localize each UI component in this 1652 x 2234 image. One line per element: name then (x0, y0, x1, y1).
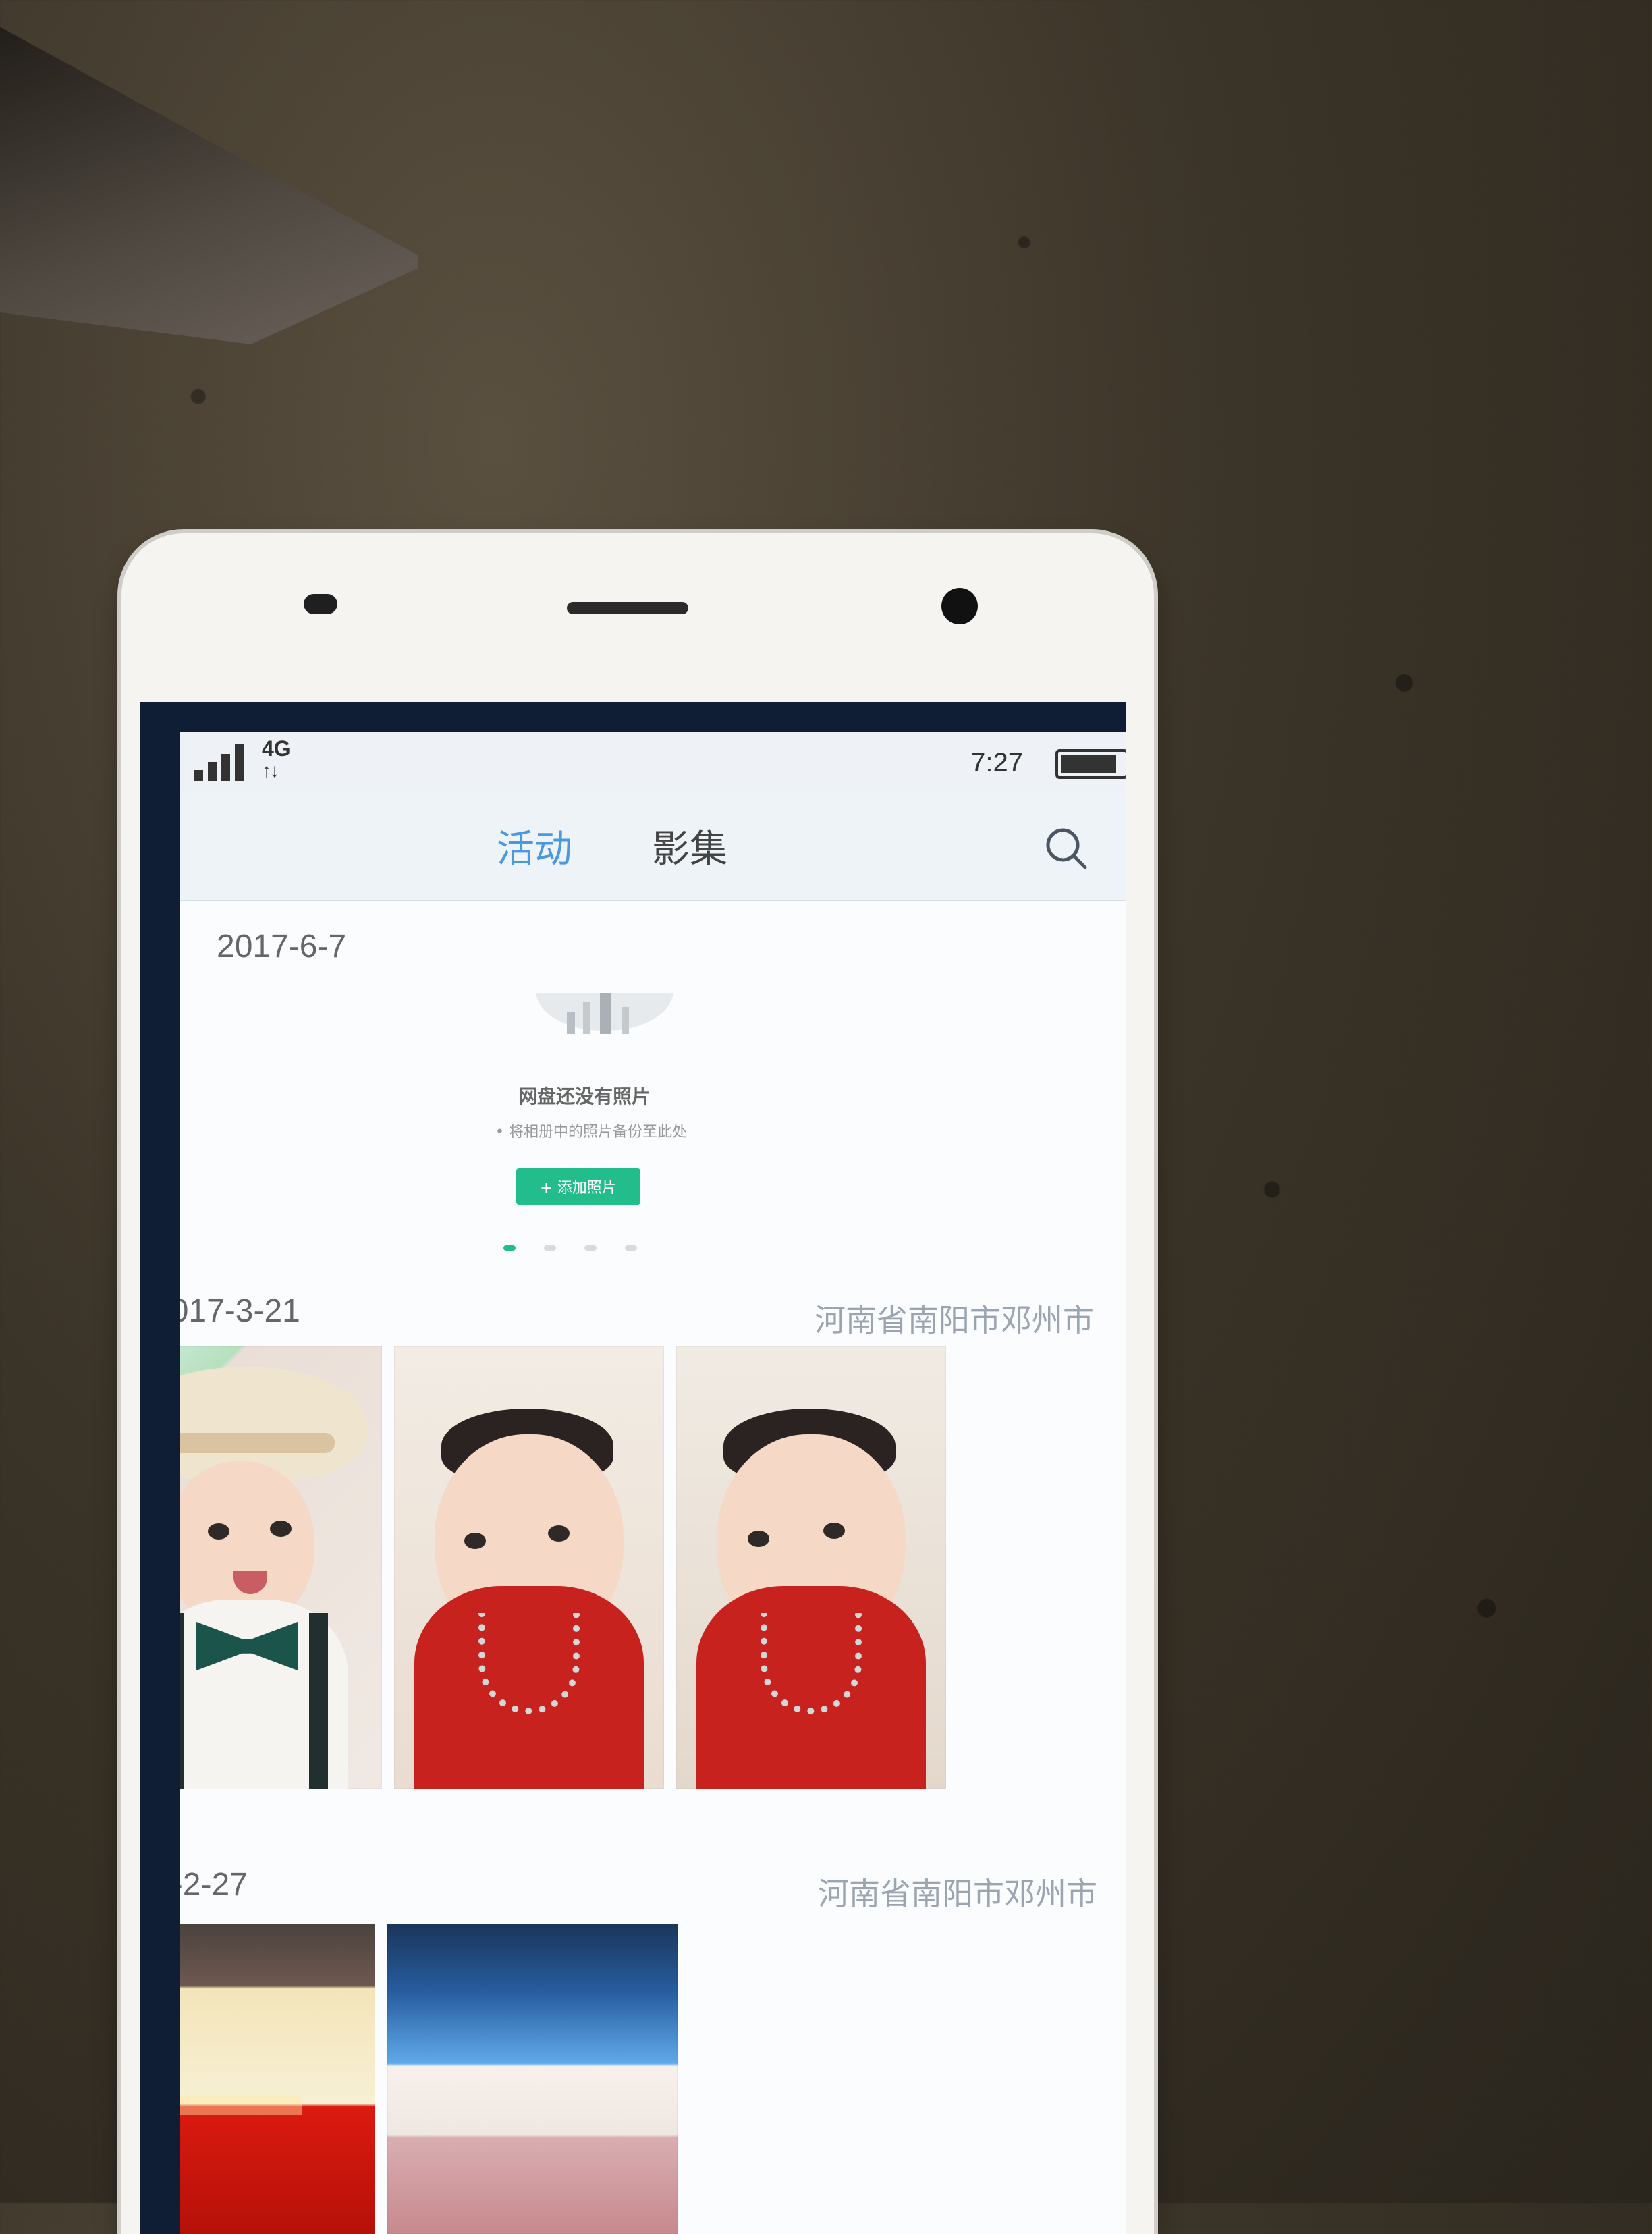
eye (270, 1521, 292, 1537)
network-type: 4G (262, 736, 291, 761)
search-icon[interactable] (1042, 824, 1091, 873)
eye (823, 1523, 845, 1539)
suspender-right (309, 1613, 328, 1789)
necklace (478, 1613, 580, 1714)
phone-screen-frame: 4G ↑↓ 7:27 活动 影集 2017-6-7 网盘还没有照片 • 将相册中… (140, 702, 1126, 2234)
hat-band (180, 1433, 335, 1453)
suspender-left (180, 1613, 184, 1789)
tab-activity[interactable]: 活动 (497, 819, 572, 873)
empty-state-panel: 网盘还没有照片 • 将相册中的照片备份至此处 + 添加照片 (483, 975, 726, 1272)
photo-grid (180, 1924, 678, 2234)
activity-date: 2017-6-7 (217, 929, 347, 964)
network-indicator: 4G ↑↓ (262, 736, 291, 781)
eye (548, 1525, 570, 1542)
status-time: 7:27 (970, 748, 1023, 778)
battery-level-fill (1061, 755, 1116, 773)
pager-dot (544, 1245, 556, 1251)
eye (748, 1531, 769, 1547)
eye (208, 1523, 229, 1540)
network-arrows: ↑↓ (262, 759, 279, 781)
photo-caption-strip (180, 2096, 302, 2115)
photo-thumbnail[interactable] (180, 1924, 375, 2234)
empty-state-title: 网盘还没有照片 (518, 1085, 651, 1108)
battery-icon (1055, 749, 1126, 779)
photo-grid (180, 1346, 946, 1789)
photo-thumbnail[interactable] (676, 1346, 946, 1789)
add-photos-button[interactable]: + 添加照片 (516, 1168, 640, 1205)
front-camera-icon (941, 588, 978, 624)
hat (180, 1367, 367, 1481)
pager-dot (625, 1245, 637, 1251)
earpiece-speaker (567, 602, 688, 614)
tab-albums[interactable]: 影集 (652, 819, 727, 873)
pager-dot-active (503, 1245, 516, 1251)
shopping-bag-icon (536, 993, 673, 1034)
activity-date: 2017-3-21 (180, 1293, 300, 1329)
activity-date: 2017-2-27 (180, 1867, 248, 1903)
activity-location: 河南省南阳市邓州市 (815, 1302, 1094, 1338)
activity-feed: 2017-6-7 网盘还没有照片 • 将相册中的照片备份至此处 + 添加照片 0… (180, 901, 1126, 2234)
phone-body: 4G ↑↓ 7:27 活动 影集 2017-6-7 网盘还没有照片 • 将相册中… (121, 533, 1154, 2234)
photo-thumbnail[interactable] (387, 1924, 678, 2234)
empty-state-pager (503, 1245, 637, 1251)
eye (464, 1533, 486, 1549)
signal-bars-icon (194, 742, 254, 781)
top-navigation: 活动 影集 (180, 792, 1126, 901)
necklace (761, 1613, 862, 1714)
app-screen: 4G ↑↓ 7:27 活动 影集 2017-6-7 网盘还没有照片 • 将相册中… (180, 732, 1126, 2234)
photo-thumbnail[interactable] (180, 1346, 382, 1789)
photo-thumbnail[interactable] (394, 1346, 664, 1789)
pager-dot (584, 1245, 597, 1251)
status-bar: 4G ↑↓ 7:27 (180, 732, 1126, 792)
proximity-sensor (304, 594, 337, 614)
empty-state-subtitle: • 将相册中的照片备份至此处 (495, 1124, 687, 1141)
activity-location: 河南省南阳市邓州市 (818, 1876, 1097, 1912)
